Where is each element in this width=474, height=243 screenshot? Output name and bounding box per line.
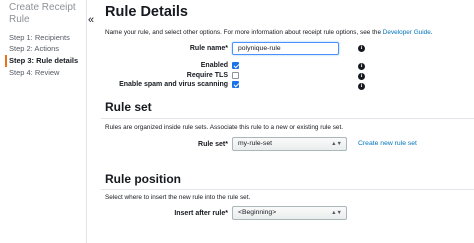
step-review-link[interactable]: Step 4: Review — [9, 68, 59, 78]
enabled-label: Enabled — [200, 62, 228, 69]
rule-details-description-text: Name your rule, and select other options… — [105, 29, 382, 36]
rule-name-info-icon[interactable]: i — [358, 45, 365, 52]
enabled-checkbox[interactable] — [232, 62, 239, 69]
step-actions-link[interactable]: Step 2: Actions — [9, 44, 59, 54]
rule-set-select[interactable]: my-rule-set ▲▼ — [232, 137, 347, 151]
rule-position-heading: Rule position — [105, 172, 181, 186]
developer-guide-link[interactable]: Developer Guide — [383, 29, 431, 36]
rule-set-selected-value: my-rule-set — [238, 140, 272, 147]
rule-set-label: Rule set* — [198, 141, 228, 148]
dropdown-arrow-icon: ▲▼ — [331, 210, 342, 216]
rule-set-separator — [101, 118, 474, 119]
create-new-rule-set-link[interactable]: Create new rule set — [358, 140, 417, 147]
rule-position-description: Select where to insert the new rule into… — [105, 194, 251, 201]
insert-after-rule-select[interactable]: <Beginning> ▲▼ — [232, 206, 347, 220]
main-content: Rule Details Name your rule, and select … — [101, 0, 474, 243]
spam-scanning-checkbox[interactable] — [232, 81, 239, 88]
rule-details-heading: Rule Details — [105, 4, 188, 20]
rule-name-label: Rule name* — [189, 45, 228, 52]
wizard-title: Create Receipt Rule — [9, 2, 76, 25]
rule-set-heading: Rule set — [105, 100, 152, 114]
rule-details-description: Name your rule, and select other options… — [105, 29, 433, 36]
rule-position-separator — [101, 189, 474, 190]
wizard-sidebar: Create Receipt Rule Step 1: Recipients S… — [0, 0, 86, 243]
spam-scanning-label: Enable spam and virus scanning — [119, 81, 228, 88]
require-tls-label: Require TLS — [186, 72, 228, 79]
dropdown-arrow-icon: ▲▼ — [331, 141, 342, 147]
rule-details-description-end: . — [430, 29, 433, 36]
spam-scanning-info-icon[interactable]: i — [358, 83, 365, 90]
sidebar-divider — [86, 0, 87, 243]
step-recipients-link[interactable]: Step 1: Recipients — [9, 33, 70, 43]
insert-after-selected-value: <Beginning> — [238, 209, 277, 216]
require-tls-checkbox[interactable] — [232, 72, 239, 79]
require-tls-info-icon[interactable]: i — [358, 73, 365, 80]
rule-set-description: Rules are organized inside rule sets. As… — [105, 124, 343, 131]
collapse-sidebar-icon[interactable]: « — [88, 14, 94, 26]
enabled-info-icon[interactable]: i — [358, 63, 365, 70]
step-rule-details-link[interactable]: Step 3: Rule details — [9, 56, 78, 66]
rule-name-input[interactable] — [232, 42, 339, 55]
insert-after-rule-label: Insert after rule* — [174, 210, 228, 217]
active-step-marker — [5, 55, 7, 67]
